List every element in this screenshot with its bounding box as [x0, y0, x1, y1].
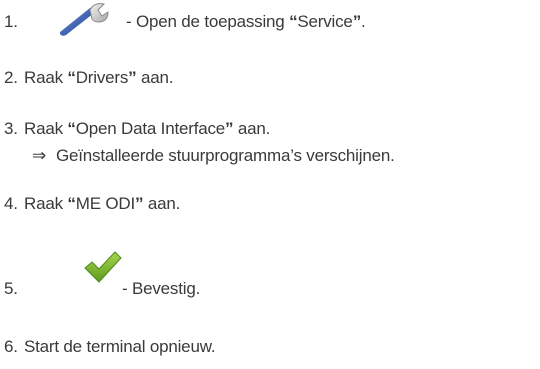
- step-1-text: - Open de toepassing “Service”.: [126, 12, 366, 32]
- term-drivers: Drivers: [75, 68, 129, 87]
- result-text: Geïnstalleerde stuurprogramma’s verschij…: [56, 146, 395, 165]
- step-number: 1.: [4, 12, 18, 31]
- step-text: - Open de toepassing: [126, 12, 290, 31]
- step-3: 3. Raak “Open Data Interface” aan.: [0, 119, 270, 139]
- step-text: Raak: [24, 119, 68, 138]
- step-3-result: ⇒ Geïnstalleerde stuurprogramma’s verschi…: [32, 146, 395, 166]
- step-suffix: aan.: [136, 68, 174, 87]
- step-number: 6.: [4, 337, 18, 356]
- step-2: 2. Raak “Drivers” aan.: [0, 68, 173, 88]
- result-arrow-icon: ⇒: [32, 146, 47, 165]
- step-text: Raak: [24, 68, 68, 87]
- step-6: 6. Start de terminal opnieuw.: [0, 337, 216, 357]
- wrench-icon: [60, 3, 109, 36]
- step-number: 3.: [4, 119, 18, 138]
- step-number: 5.: [4, 279, 18, 298]
- term-service: Service: [297, 12, 353, 31]
- step-text: Raak: [24, 194, 68, 213]
- step-number: 4.: [4, 194, 18, 213]
- step-5-text: - Bevestig.: [122, 279, 200, 299]
- step-suffix: aan.: [143, 194, 181, 213]
- quote-open: “: [67, 194, 76, 213]
- term-open-data-interface: Open Data Interface: [75, 119, 226, 138]
- quote-open: “: [67, 119, 76, 138]
- step-4: 4. Raak “ME ODI” aan.: [0, 194, 180, 214]
- step-text: - Bevestig.: [122, 279, 201, 298]
- step-suffix: aan.: [233, 119, 271, 138]
- term-me-odi: ME ODI: [75, 194, 135, 213]
- step-number: 2.: [4, 68, 18, 87]
- step-text: Start de terminal opnieuw.: [24, 337, 216, 356]
- quote-open: “: [67, 68, 76, 87]
- step-5: 5.: [0, 279, 24, 299]
- step-suffix: .: [361, 12, 366, 31]
- step-1: 1.: [0, 12, 24, 32]
- checkmark-icon: [84, 251, 122, 283]
- quote-close: ”: [352, 12, 362, 31]
